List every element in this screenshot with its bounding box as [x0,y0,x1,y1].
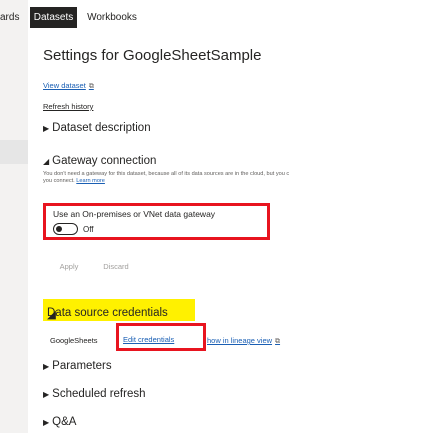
gateway-option-box: Use an On-premises or VNet data gateway … [43,203,270,240]
discard-button[interactable]: Discard [96,259,136,275]
page-title: Settings for GoogleSheetSample [43,47,262,64]
triangle-right-icon: ▶ [43,124,50,133]
left-nav-panel [0,0,28,433]
view-dataset-label: View dataset [43,81,86,90]
gateway-note-line1: You don't need a gateway for this datase… [43,171,290,177]
parameters-section[interactable]: ▶ Parameters [43,360,112,372]
dataset-description-section[interactable]: ▶ Dataset description [43,122,151,134]
gateway-note-line2: you connect. Learn more [43,178,427,185]
triangle-right-icon: ▶ [43,390,50,399]
qa-section[interactable]: ▶ Q&A [43,416,76,428]
tab-dashboards[interactable]: ards [0,7,32,28]
gateway-toggle[interactable] [53,223,78,235]
learn-more-link[interactable]: Learn more [76,178,105,184]
edit-credentials-link[interactable]: Edit credentials [123,335,174,344]
data-source-credentials-section[interactable]: ◢ Data source credentials [43,299,195,321]
triangle-right-icon: ▶ [43,418,50,427]
triangle-down-icon: ◢ [43,157,50,166]
scheduled-refresh-section[interactable]: ▶ Scheduled refresh [43,388,146,400]
gateway-note-line2-text: you connect. [43,178,75,184]
edit-credentials-highlight: Edit credentials [116,323,206,351]
toggle-state-label: Off [83,225,94,234]
view-dataset-link[interactable]: View dataset ⧉ [43,81,94,91]
gateway-note: You don't need a gateway for this datase… [43,171,427,185]
settings-content: Settings for GoogleSheetSample View data… [43,0,427,433]
apply-button[interactable]: Apply [50,259,88,275]
refresh-history-link[interactable]: Refresh history [43,102,93,111]
external-link-icon: ⧉ [88,83,94,90]
toggle-knob [56,225,62,232]
lineage-view-link[interactable]: how in lineage view ⧉ [207,336,280,346]
data-source-name: GoogleSheets [50,336,98,345]
gateway-option-label: Use an On-premises or VNet data gateway [53,209,216,219]
triangle-right-icon: ▶ [43,362,50,371]
gateway-connection-section[interactable]: ◢ Gateway connection [43,155,156,167]
left-nav-selected-item[interactable] [0,140,28,164]
parameters-label: Parameters [52,360,112,372]
external-link-icon: ⧉ [275,338,281,345]
data-source-credentials-label: Data source credentials [47,307,168,319]
lineage-view-label: how in lineage view [207,336,273,345]
dataset-description-label: Dataset description [52,122,151,134]
scheduled-refresh-label: Scheduled refresh [52,388,146,400]
qa-label: Q&A [52,416,77,428]
gateway-connection-label: Gateway connection [52,155,157,167]
